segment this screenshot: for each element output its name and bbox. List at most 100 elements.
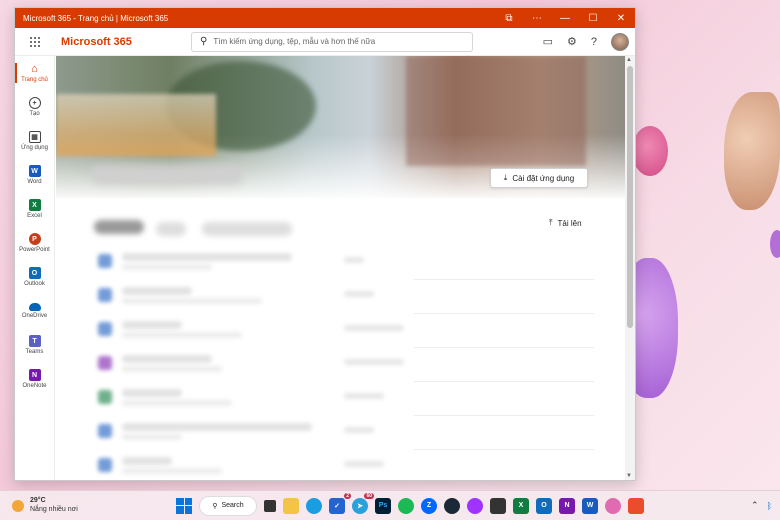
more-options-icon[interactable]: ⋯ bbox=[523, 8, 551, 28]
sidebar-item-powerpoint[interactable]: P PowerPoint bbox=[15, 226, 54, 260]
gear-icon[interactable]: ⚙ bbox=[567, 35, 577, 48]
blurred-tab bbox=[156, 222, 186, 236]
teams-icon: T bbox=[28, 335, 41, 347]
sidebar-item-outlook[interactable]: O Outlook bbox=[15, 260, 54, 294]
list-item[interactable] bbox=[94, 450, 594, 480]
todo-badge: 2 bbox=[344, 492, 351, 499]
search-placeholder: Tìm kiếm ứng dụng, tệp, mẫu và hơn thế n… bbox=[213, 37, 376, 46]
start-icon[interactable] bbox=[176, 497, 192, 514]
scroll-up-icon[interactable]: ▲ bbox=[626, 57, 632, 63]
weather-desc: Nắng nhiều nơi bbox=[30, 505, 78, 513]
copilot-icon[interactable] bbox=[605, 497, 621, 514]
todo-icon[interactable]: ✓ 2 bbox=[329, 492, 351, 514]
sidebar-item-label: PowerPoint bbox=[19, 247, 50, 253]
task-view-icon[interactable] bbox=[264, 499, 276, 512]
camera-icon[interactable]: ▭ bbox=[543, 35, 553, 48]
app-launcher-icon[interactable] bbox=[15, 36, 55, 48]
wallpaper-purple-shape-small bbox=[770, 230, 780, 258]
sidebar-item-word[interactable]: W Word bbox=[15, 158, 54, 192]
hero-building bbox=[406, 56, 586, 166]
bluetooth-icon[interactable]: ᛒ bbox=[767, 501, 772, 511]
wallpaper-pink-ball bbox=[632, 126, 668, 176]
sidebar-item-label: Tạo bbox=[29, 111, 40, 117]
blurred-greeting bbox=[92, 166, 242, 184]
sidebar-item-create[interactable]: + Tạo bbox=[15, 90, 54, 124]
sidebar-item-label: Trang chủ bbox=[21, 77, 48, 83]
sidebar-item-teams[interactable]: T Teams bbox=[15, 328, 54, 362]
minimize-button[interactable]: — bbox=[551, 8, 579, 28]
sidebar-item-excel[interactable]: X Excel bbox=[15, 192, 54, 226]
sidebar-item-onedrive[interactable]: OneDrive bbox=[15, 294, 54, 328]
excel-icon[interactable]: X bbox=[513, 497, 529, 514]
taskbar-search[interactable]: ⚲ Search bbox=[199, 495, 257, 516]
list-item[interactable] bbox=[94, 382, 594, 416]
list-item[interactable] bbox=[94, 416, 594, 450]
spotify-icon[interactable] bbox=[398, 497, 414, 514]
list-item[interactable] bbox=[94, 348, 594, 382]
word-icon[interactable]: W bbox=[582, 497, 598, 514]
messenger-icon[interactable] bbox=[467, 497, 483, 514]
home-icon: ⌂ bbox=[31, 63, 38, 75]
vertical-scrollbar[interactable]: ▲ ▼ bbox=[625, 56, 635, 480]
weather-temp: 29°C bbox=[30, 497, 46, 505]
sidebar-item-label: Ứng dụng bbox=[21, 145, 48, 151]
telegram-badge: 60 bbox=[364, 492, 374, 499]
photoshop-icon[interactable]: Ps bbox=[375, 497, 391, 514]
app-header: Microsoft 365 ⚲ Tìm kiếm ứng dụng, tệp, … bbox=[15, 28, 635, 56]
sidebar-item-label: OneDrive bbox=[21, 313, 48, 319]
telegram-icon[interactable]: ➤ 60 bbox=[352, 492, 374, 514]
outlook-icon[interactable]: O bbox=[536, 497, 552, 514]
app-options-icon[interactable]: ⧉ bbox=[495, 8, 523, 28]
install-apps-button[interactable]: ⤓ Cài đặt ứng dụng bbox=[490, 168, 588, 188]
sidebar-item-label: Teams bbox=[25, 349, 44, 355]
hero-bus bbox=[56, 94, 216, 156]
sidebar-item-onenote[interactable]: N OneNote bbox=[15, 362, 54, 396]
edge-icon[interactable] bbox=[306, 497, 322, 514]
avatar[interactable] bbox=[611, 32, 629, 51]
blurred-tab bbox=[94, 220, 144, 234]
close-button[interactable]: ✕ bbox=[607, 8, 635, 28]
upload-icon: ⤒ bbox=[549, 218, 553, 227]
left-rail: ⌂ Trang chủ + Tạo ▦ Ứng dụng W Word X Ex… bbox=[15, 56, 55, 480]
sidebar-item-label: Word bbox=[27, 179, 42, 185]
steam-icon[interactable] bbox=[444, 497, 460, 514]
search-input[interactable]: ⚲ Tìm kiếm ứng dụng, tệp, mẫu và hơn thế… bbox=[191, 31, 473, 52]
help-icon[interactable]: ? bbox=[591, 36, 597, 48]
plus-circle-icon: + bbox=[28, 97, 41, 109]
list-item[interactable] bbox=[94, 280, 594, 314]
sidebar-item-home[interactable]: ⌂ Trang chủ bbox=[15, 56, 54, 90]
brand-title[interactable]: Microsoft 365 bbox=[55, 36, 191, 48]
scroll-thumb[interactable] bbox=[627, 66, 633, 328]
upload-button[interactable]: ⤒ Tải lên bbox=[549, 218, 582, 228]
m365-app-icon[interactable] bbox=[628, 497, 644, 514]
list-item[interactable] bbox=[94, 246, 594, 280]
sidebar-item-label: Outlook bbox=[24, 281, 45, 287]
search-icon: ⚲ bbox=[212, 502, 218, 510]
main-content: ⤓ Cài đặt ứng dụng ⤒ Tải lên bbox=[56, 56, 626, 480]
sticky-notes-icon[interactable] bbox=[490, 497, 506, 514]
title-bar: Microsoft 365 - Trang chủ | Microsoft 36… bbox=[15, 8, 635, 28]
powerpoint-icon: P bbox=[28, 233, 41, 245]
window-title: Microsoft 365 - Trang chủ | Microsoft 36… bbox=[23, 13, 169, 23]
download-icon: ⤓ bbox=[503, 173, 508, 182]
weather-widget[interactable]: 29°C Nắng nhiều nơi bbox=[0, 497, 176, 513]
outlook-icon: O bbox=[28, 267, 41, 279]
file-explorer-icon[interactable] bbox=[283, 497, 299, 514]
blurred-tab bbox=[202, 222, 292, 236]
list-item[interactable] bbox=[94, 314, 594, 348]
upload-label: Tải lên bbox=[557, 218, 582, 228]
blurred-tabs bbox=[94, 218, 294, 236]
chevron-up-icon[interactable]: ⌃ bbox=[751, 500, 759, 511]
maximize-button[interactable]: ☐ bbox=[579, 8, 607, 28]
zalo-icon[interactable]: Z bbox=[421, 497, 437, 514]
weather-sun-icon bbox=[12, 499, 24, 512]
system-tray: ⌃ ᛒ bbox=[751, 500, 780, 511]
install-apps-label: Cài đặt ứng dụng bbox=[512, 173, 575, 183]
onedrive-icon bbox=[28, 303, 41, 311]
sidebar-item-apps[interactable]: ▦ Ứng dụng bbox=[15, 124, 54, 158]
scroll-down-icon[interactable]: ▼ bbox=[626, 473, 632, 479]
recent-file-list bbox=[94, 246, 594, 480]
wallpaper-cookie-shape bbox=[724, 92, 780, 210]
onenote-icon[interactable]: N bbox=[559, 497, 575, 514]
taskbar-apps: ⚲ Search ✓ 2 ➤ 60 Ps Z X O N W bbox=[176, 492, 644, 516]
